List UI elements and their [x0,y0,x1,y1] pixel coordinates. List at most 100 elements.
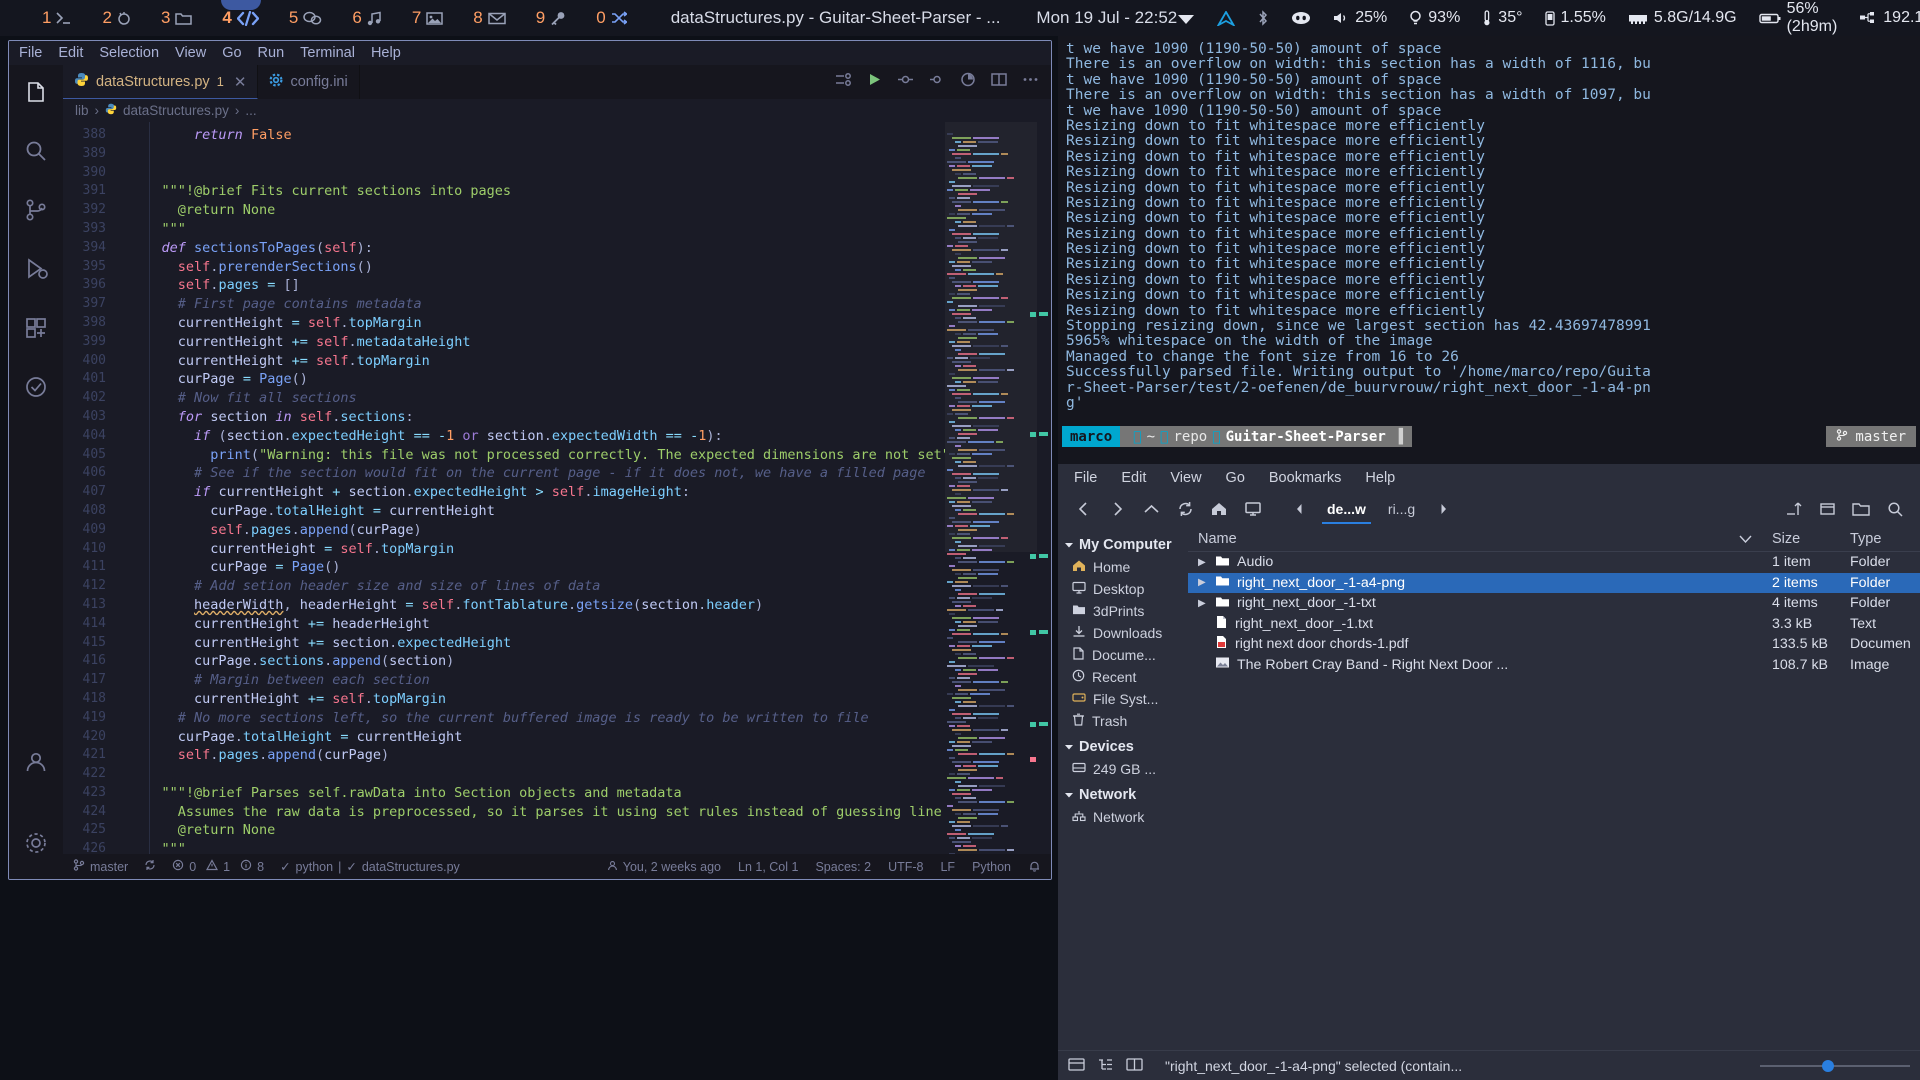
sidebar-item-desktop[interactable]: Desktop [1064,578,1188,600]
coverage-icon[interactable] [960,72,976,92]
bluetooth-indicator[interactable] [1257,10,1269,26]
fm-menu-file[interactable]: File [1074,470,1097,486]
breadcrumb-lib[interactable]: lib [75,103,89,118]
column-header-type[interactable]: Type [1840,531,1920,547]
status-problems[interactable]: 0 1 8 [172,859,264,874]
new-folder-icon[interactable] [1846,495,1876,523]
sidebar-item-home[interactable]: Home [1064,556,1188,578]
testing-icon[interactable] [23,374,49,405]
run-debug-icon[interactable] [897,72,914,92]
more-actions-icon[interactable] [1022,72,1039,92]
fm-menu-bookmarks[interactable]: Bookmarks [1269,470,1342,486]
ram-indicator[interactable]: 5.8G/14.9G [1628,9,1737,27]
sidebar-item-network[interactable]: Network [1064,806,1188,828]
fm-menu-go[interactable]: Go [1226,470,1245,486]
debug-step-icon[interactable] [929,72,945,92]
menu-help[interactable]: Help [371,45,401,61]
expand-triangle-icon[interactable]: ▶ [1198,577,1208,588]
up-icon[interactable] [1136,495,1166,523]
expand-triangle-icon[interactable]: ▶ [1198,557,1208,568]
sidebar-item-recent[interactable]: Recent [1064,666,1188,688]
reload-icon[interactable] [1170,495,1200,523]
discord-indicator[interactable] [1291,11,1311,25]
table-row[interactable]: ▶ right_next_door_-1-a4-png 2 items Folder [1188,572,1920,593]
network-indicator[interactable]: 192.168.0.176/24 [1859,9,1920,27]
breadcrumb-current[interactable]: de...w [1318,498,1375,524]
forward-icon[interactable] [1102,495,1132,523]
menu-go[interactable]: Go [222,45,241,61]
sidebar-item-trash[interactable]: Trash [1064,710,1188,732]
accounts-icon[interactable] [23,749,49,780]
breadcrumb-symbol[interactable]: ... [245,103,256,118]
brightness-indicator[interactable]: 93% [1409,9,1460,27]
tree-view-icon[interactable] [1097,1057,1114,1075]
workspace-6[interactable]: 6 [350,4,383,32]
battery-indicator[interactable]: 56% (2h9m) [1758,0,1837,36]
next-crumb-icon[interactable] [1428,495,1458,523]
wifi-indicator[interactable] [1177,11,1195,25]
list-view-icon[interactable] [1068,1057,1085,1075]
menu-view[interactable]: View [175,45,206,61]
cpu-indicator[interactable]: 1.55% [1544,9,1606,27]
sidebar-group-my-computer[interactable]: My Computer [1064,537,1188,553]
menu-selection[interactable]: Selection [99,45,159,61]
breadcrumb[interactable]: lib › dataStructures.py › ... [63,99,1051,122]
column-header-size[interactable]: Size [1762,531,1840,547]
computer-icon[interactable] [1238,495,1268,523]
table-row[interactable]: right_next_door_-1.txt 3.3 kB Text [1188,614,1920,635]
run-icon[interactable] [867,72,882,92]
notifications-bell-icon[interactable] [1028,860,1041,873]
breadcrumb-file[interactable]: dataStructures.py [123,103,229,118]
menu-edit[interactable]: Edit [58,45,83,61]
status-encoding[interactable]: UTF-8 [888,860,923,874]
open-terminal-icon[interactable] [1778,495,1808,523]
sidebar-item-3dprints[interactable]: 3dPrints [1064,600,1188,622]
volume-indicator[interactable]: 25% [1333,9,1387,27]
workspace-7[interactable]: 7 [410,4,445,32]
arch-indicator[interactable] [1217,10,1236,26]
temperature-indicator[interactable]: 35° [1482,9,1523,27]
sidebar-item-docume[interactable]: Docume... [1064,644,1188,666]
workspace-2[interactable]: 2 [100,4,132,32]
sidebar-item-file-syst[interactable]: File Syst... [1064,688,1188,710]
workspace-0[interactable]: 0 [594,4,628,32]
sidebar-item-249-gb[interactable]: 249 GB ... [1064,758,1188,780]
file-name-cell[interactable]: ▶ right_next_door_-1-a4-png [1188,574,1762,591]
file-name-cell[interactable]: right next door chords-1.pdf [1188,635,1762,653]
status-eol[interactable]: LF [940,860,955,874]
tab-config-ini[interactable]: config.ini [258,65,360,99]
expand-triangle-icon[interactable]: ▶ [1198,598,1208,609]
back-icon[interactable] [1068,495,1098,523]
status-language[interactable]: Python [972,860,1011,874]
code-editor[interactable]: 388 389 390 391 392 393 394 395 396 397 398 399 400 4… [63,122,1051,854]
split-terminal-icon[interactable] [835,72,852,92]
file-name-cell[interactable]: ▶ right_next_door_-1-txt [1188,595,1762,612]
slider-knob[interactable] [1822,1059,1834,1072]
minimap[interactable] [945,122,1037,854]
fm-menu-view[interactable]: View [1170,470,1201,486]
new-tab-icon[interactable] [1812,495,1842,523]
run-debug-icon[interactable] [23,256,49,287]
status-blame[interactable]: You, 2 weeks ago [607,860,721,874]
tab-dataStructures-py[interactable]: dataStructures.py 1 ✕ [63,65,259,99]
menu-run[interactable]: Run [258,45,285,61]
workspace-1[interactable]: 1 [40,4,74,32]
file-name-cell[interactable]: ▶ Audio [1188,554,1762,571]
code-content[interactable]: return False """!@brief Fits current sec… [119,122,945,854]
zoom-slider[interactable] [1760,1059,1910,1073]
status-position[interactable]: Ln 1, Col 1 [738,860,798,874]
sort-desc-icon[interactable] [1739,531,1762,547]
workspace-8[interactable]: 8 [471,4,507,32]
table-row[interactable]: ▶ Audio 1 item Folder [1188,552,1920,573]
status-python-env[interactable]: ✓ python | ✓ dataStructures.py [280,859,460,875]
settings-gear-icon[interactable] [23,830,49,861]
workspace-5[interactable]: 5 [287,4,324,32]
split-editor-icon[interactable] [991,72,1007,92]
fm-menu-edit[interactable]: Edit [1121,470,1146,486]
column-header-name[interactable]: Name [1188,531,1762,547]
workspace-9[interactable]: 9 [534,4,568,32]
search-icon[interactable] [23,138,49,169]
terminal-output[interactable]: t we have 1090 (1190-50-50) amount of sp… [1058,36,1920,464]
search-icon[interactable] [1880,495,1910,523]
editor-scrollbar[interactable] [1037,122,1051,854]
